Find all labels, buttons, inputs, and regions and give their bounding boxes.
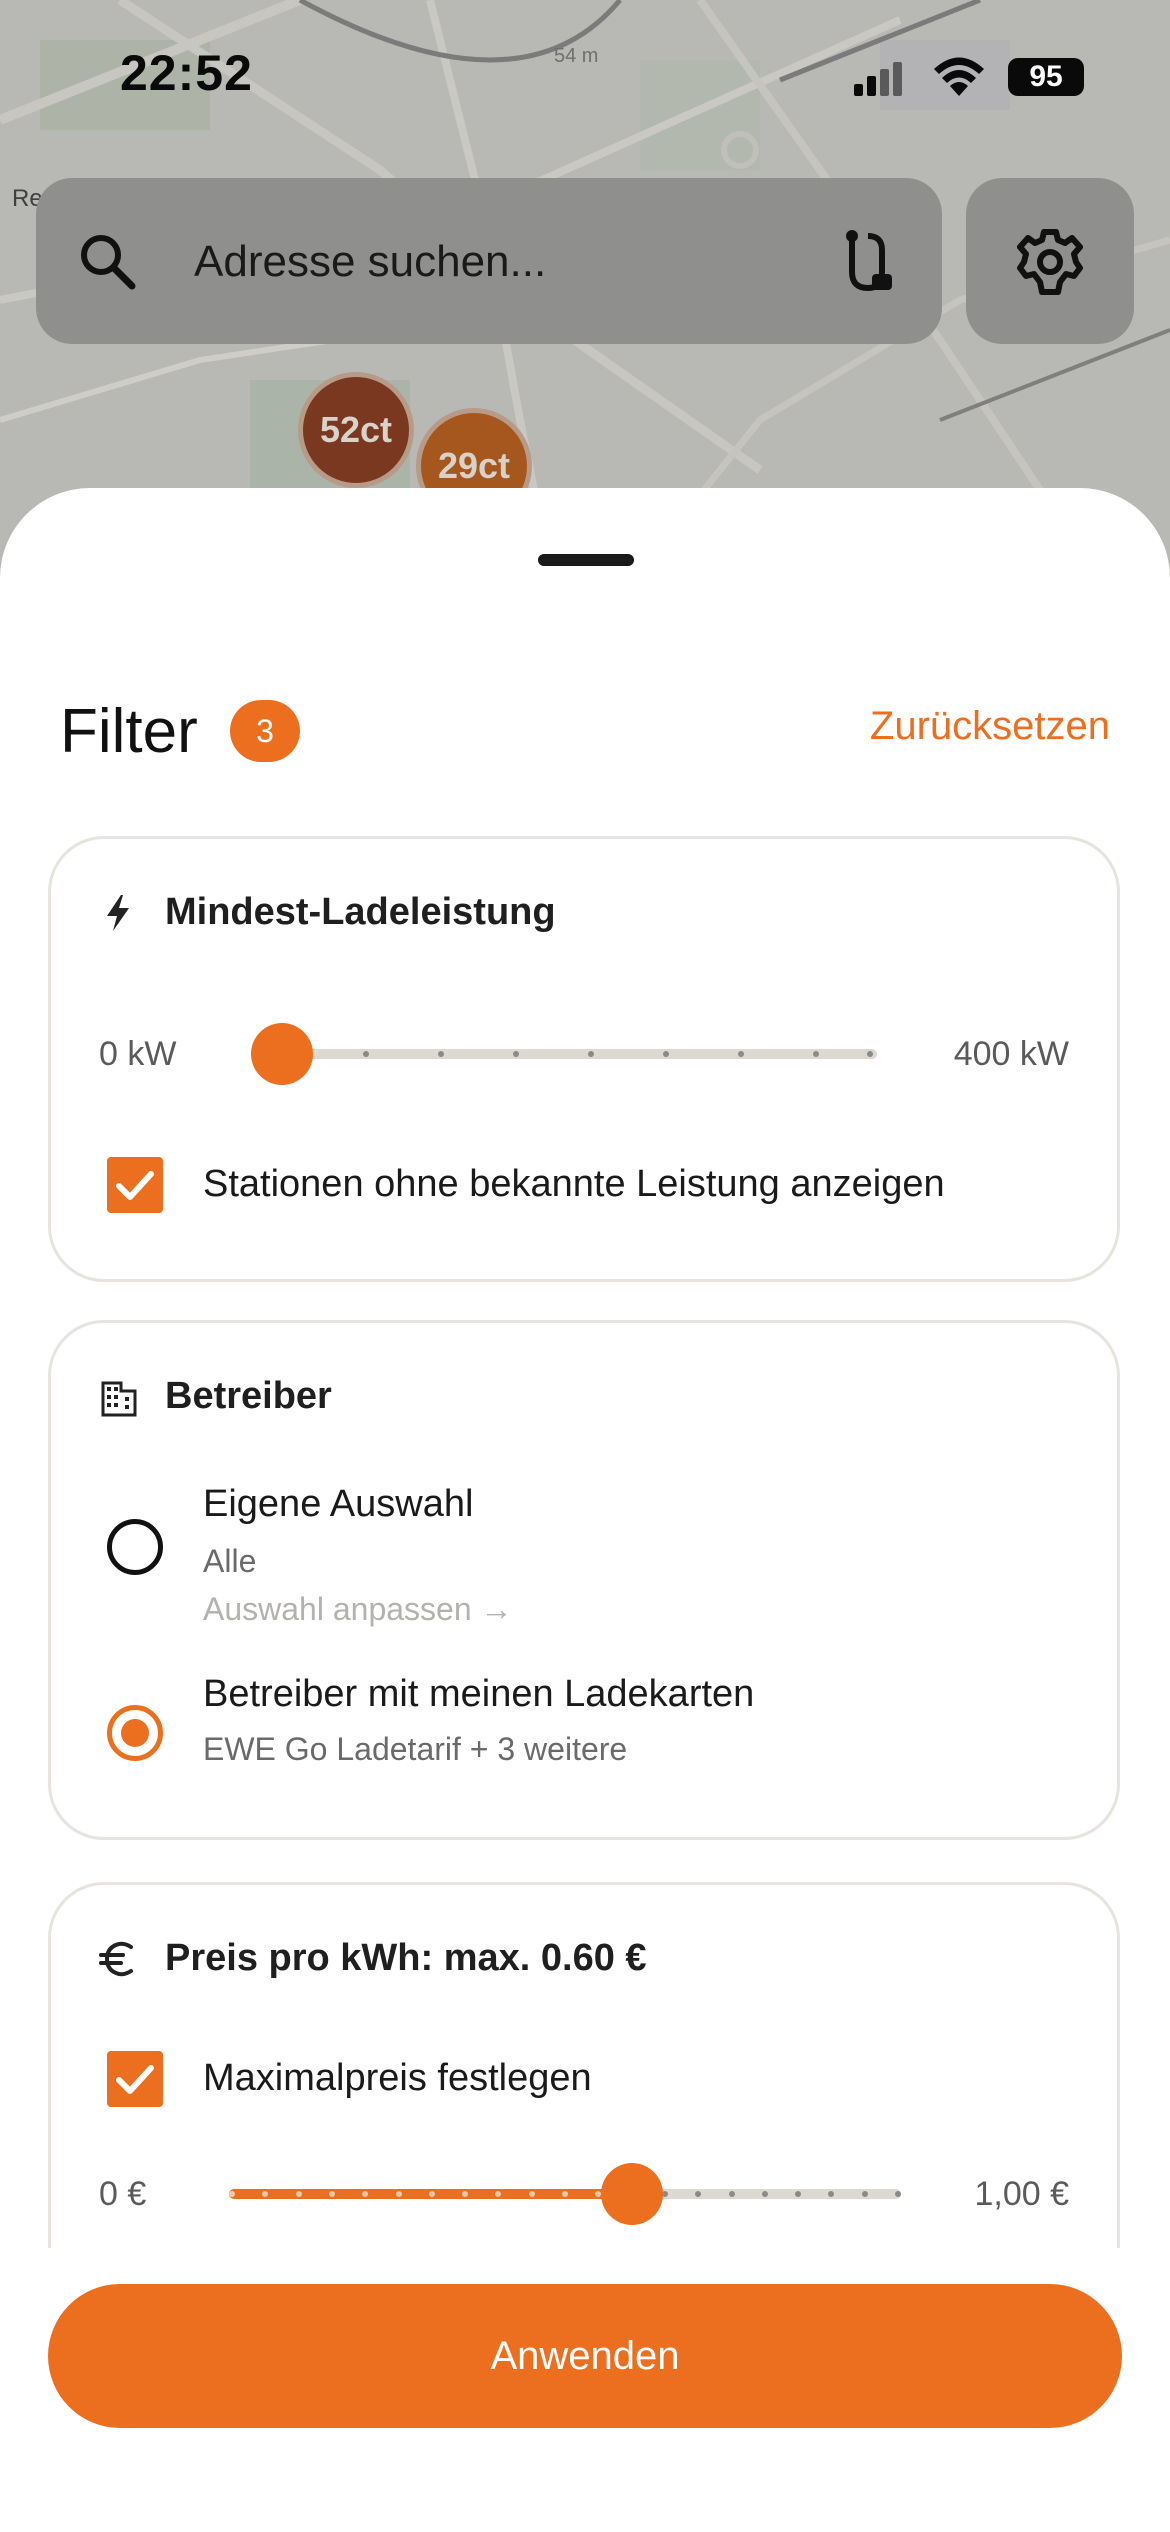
card-title: Mindest-Ladeleistung — [165, 891, 556, 933]
slider-tick — [828, 2191, 835, 2197]
checkmark-icon — [116, 1171, 154, 1200]
slider-tick — [363, 1051, 369, 1057]
search-icon — [81, 235, 136, 290]
status-bar: 22:52 95 — [0, 0, 1170, 150]
show-unknown-power-label: Stationen ohne bekannte Leistung anzeige… — [203, 1163, 945, 1205]
page-title: Filter — [60, 697, 198, 766]
card-title: Betreiber — [165, 1375, 332, 1417]
checkmark-icon — [116, 2065, 154, 2094]
slider-tick — [738, 1051, 744, 1057]
max-price-slider[interactable] — [229, 2163, 901, 2225]
reset-button[interactable]: Zurücksetzen — [870, 704, 1110, 749]
operator-option-title[interactable]: Eigene Auswahl — [203, 1483, 473, 1526]
search-input[interactable] — [192, 230, 836, 294]
slider-tick — [663, 1051, 669, 1057]
set-max-price-checkbox[interactable] — [107, 2051, 163, 2107]
settings-button[interactable] — [966, 178, 1134, 344]
card-title: Preis pro kWh: max. 0.60 € — [165, 1937, 647, 1979]
slider-tick — [295, 2191, 302, 2197]
route-icon[interactable] — [838, 228, 900, 294]
slider-tick — [695, 2191, 702, 2197]
map-marker-price[interactable]: 52ct — [298, 372, 414, 488]
apply-button[interactable]: Anwenden — [48, 2284, 1122, 2428]
operator-option-subtitle: EWE Go Ladetarif + 3 weitere — [203, 1731, 628, 1767]
slider-tick — [428, 2191, 435, 2197]
wifi-icon — [934, 57, 984, 96]
slider-min-label: 0 kW — [99, 1035, 177, 1073]
gear-icon — [1017, 229, 1083, 295]
search-bar[interactable] — [36, 178, 942, 344]
card-header: Mindest-Ladeleistung — [99, 891, 556, 934]
card-header: Preis pro kWh: max. 0.60 € — [99, 1937, 647, 1980]
filter-sheet: Filter 3 Zurücksetzen Mindest-Ladeleistu… — [0, 488, 1170, 2532]
slider-thumb[interactable] — [251, 1023, 313, 1085]
slider-max-label: 400 kW — [953, 1035, 1069, 1073]
slider-tick — [895, 2191, 901, 2197]
min-power-card: Mindest-Ladeleistung 0 kW 400 kW Station… — [48, 836, 1120, 1282]
euro-icon — [99, 1941, 133, 1976]
slider-tick — [328, 2191, 335, 2197]
slider-tick — [229, 2191, 235, 2197]
operator-option-custom-radio[interactable] — [107, 1519, 163, 1575]
slider-tick — [867, 1051, 873, 1057]
slider-tick — [395, 2191, 402, 2197]
slider-thumb[interactable] — [601, 2163, 664, 2225]
slider-tick — [588, 1051, 594, 1057]
slider-tick — [861, 2191, 868, 2197]
slider-min-label: 0 € — [99, 2175, 147, 2213]
screen: 54 m Re ow 52ct 29ct 22:52 95 — [0, 0, 1170, 2532]
operator-option-my-cards-radio[interactable] — [107, 1705, 163, 1761]
operator-option-title[interactable]: Betreiber mit meinen Ladekarten — [203, 1673, 754, 1716]
slider-tick — [528, 2191, 535, 2197]
slider-tick — [761, 2191, 768, 2197]
slider-tick — [562, 2191, 568, 2197]
slider-tick — [813, 1051, 819, 1057]
customize-selection-link[interactable]: Auswahl anpassen → — [203, 1591, 513, 1628]
min-power-slider[interactable] — [251, 1023, 877, 1085]
battery-icon: 95 — [1008, 58, 1084, 96]
lightning-icon — [107, 894, 129, 931]
set-max-price-label: Maximalpreis festlegen — [203, 2057, 592, 2099]
slider-tick — [795, 2191, 802, 2197]
sheet-grabber[interactable] — [538, 554, 634, 566]
filter-count-badge: 3 — [230, 700, 300, 762]
status-time: 22:52 — [120, 45, 253, 101]
slider-max-label: 1,00 € — [974, 2175, 1069, 2213]
operator-card: Betreiber Eigene Auswahl Alle Auswahl an… — [48, 1320, 1120, 1840]
card-header: Betreiber — [99, 1375, 332, 1418]
slider-tick — [513, 1051, 519, 1057]
slider-tick — [438, 1051, 444, 1057]
building-icon — [101, 1381, 137, 1416]
show-unknown-power-checkbox[interactable] — [107, 1157, 163, 1213]
cellular-signal-icon — [854, 62, 902, 96]
slider-tick — [728, 2191, 735, 2197]
operator-option-subtitle: Alle — [203, 1543, 257, 1579]
